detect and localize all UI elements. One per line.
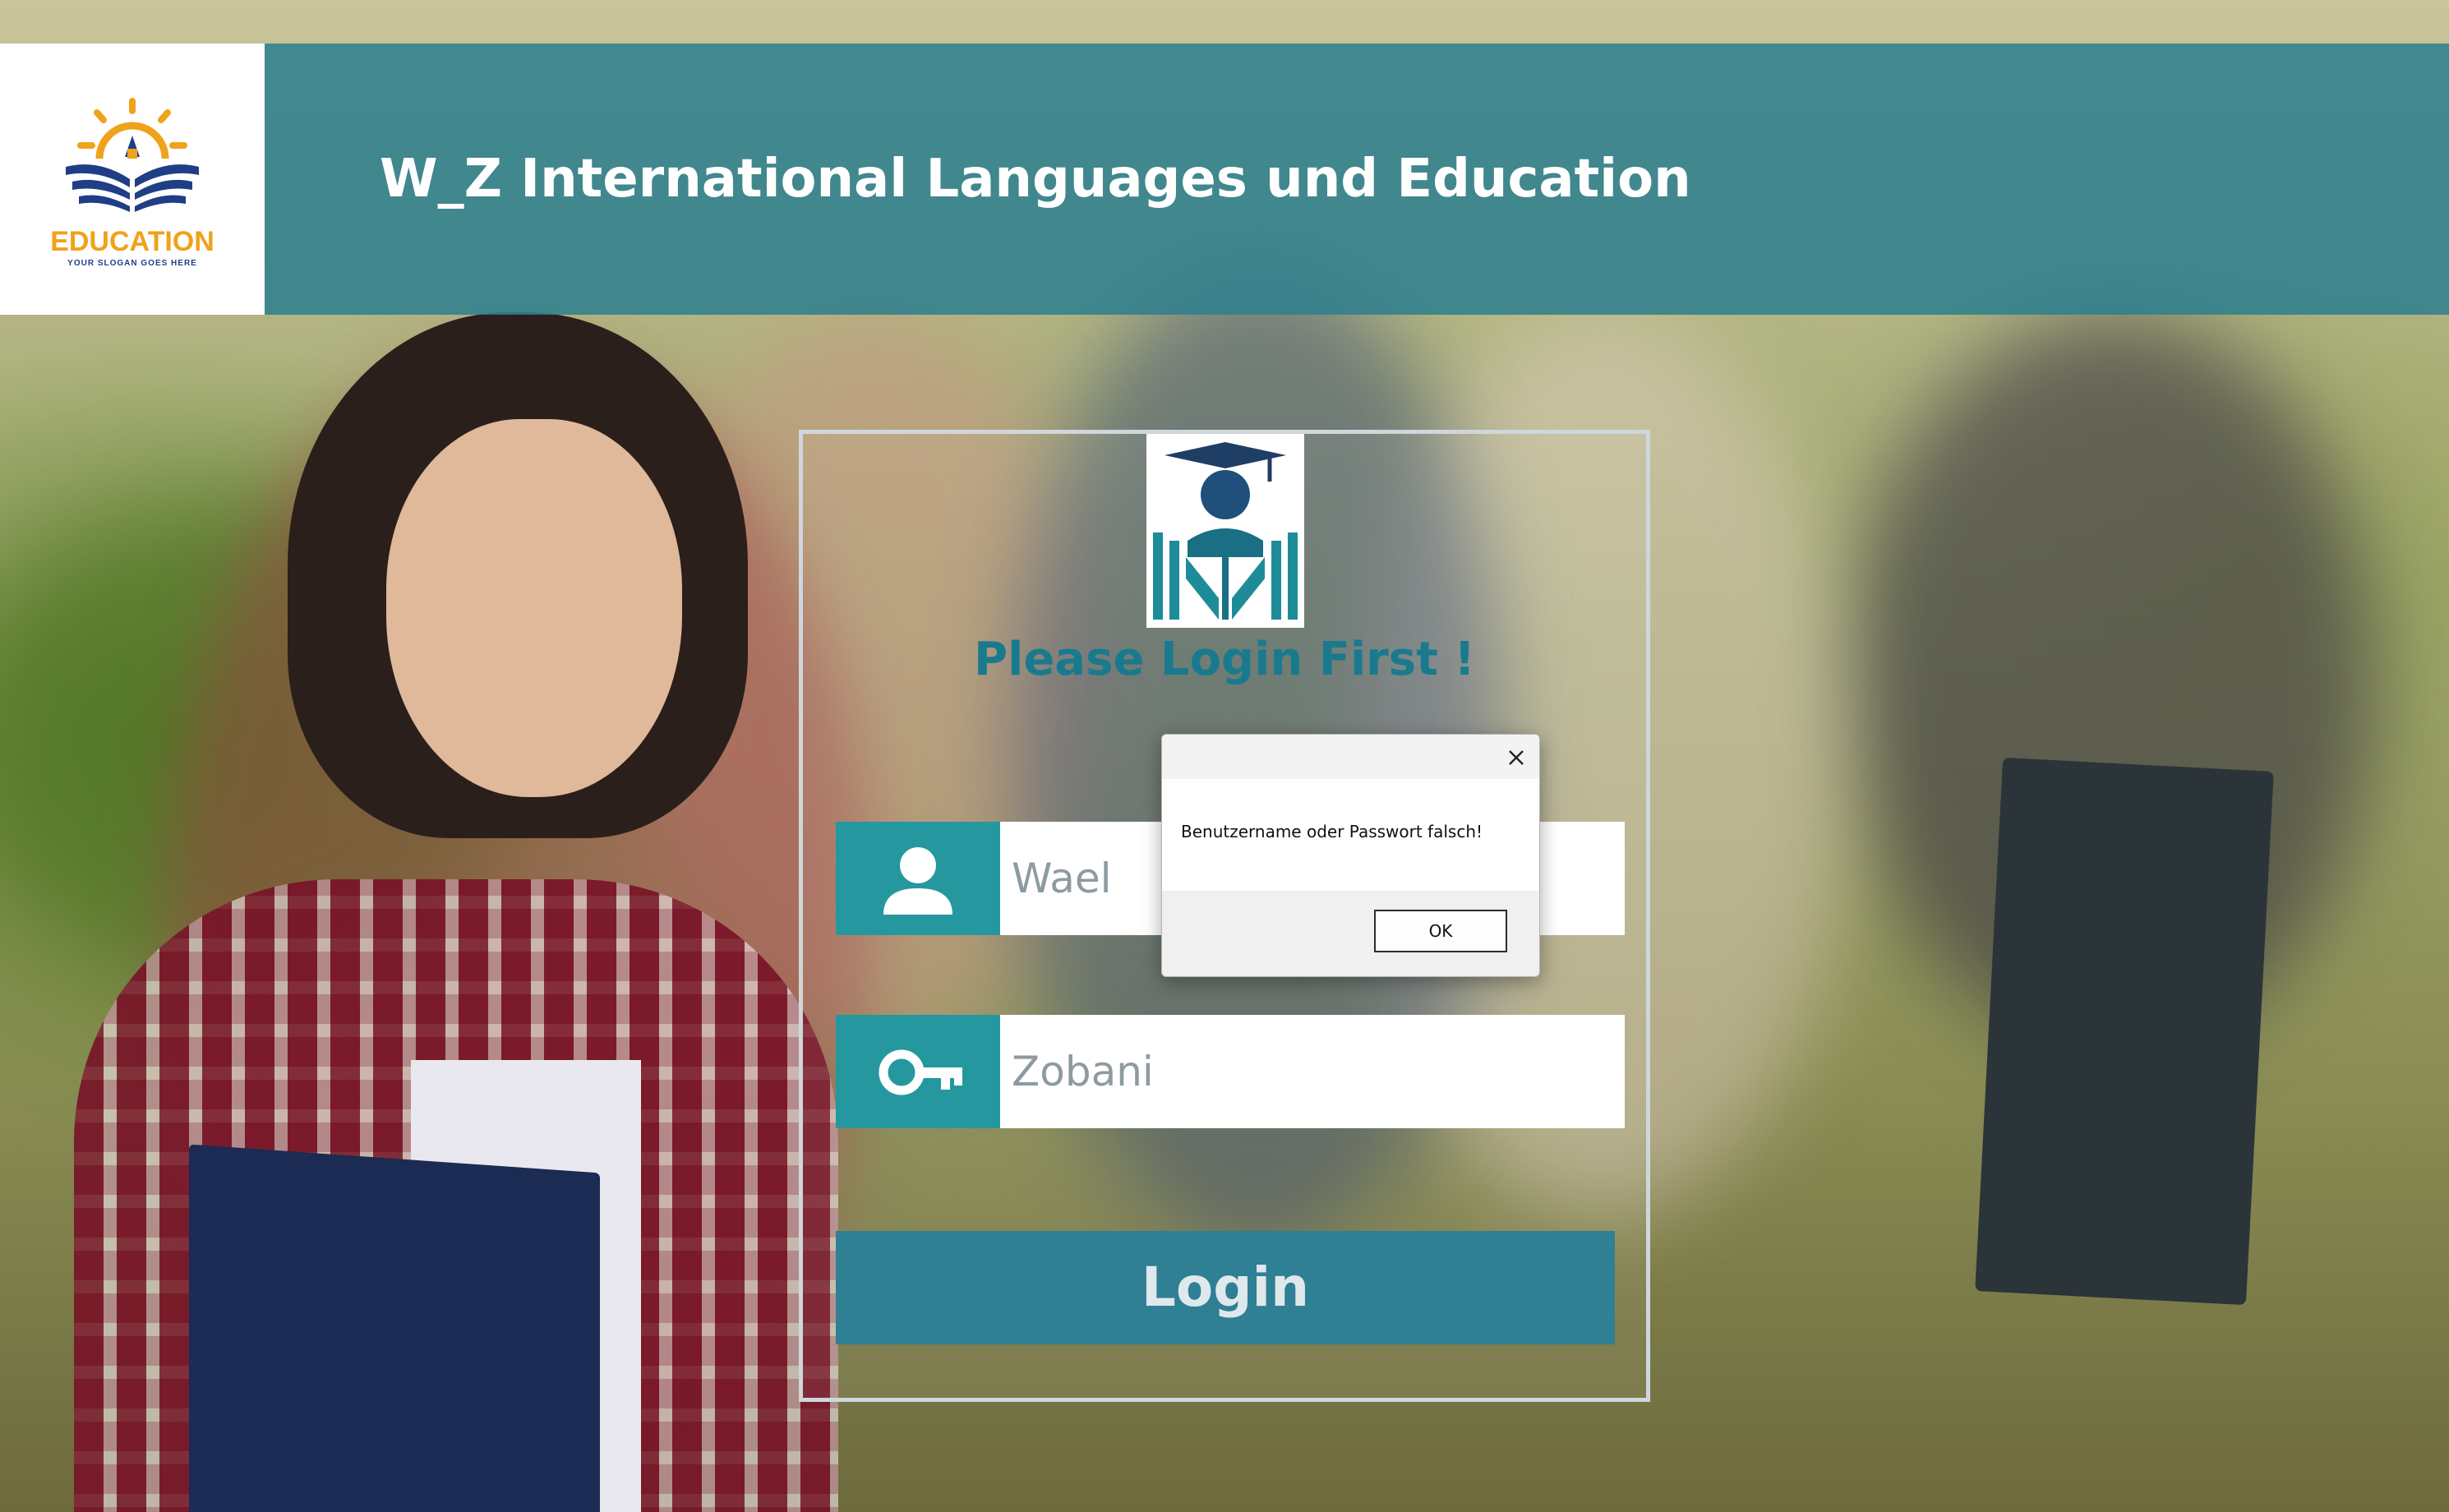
dialog-titlebar bbox=[1162, 735, 1539, 779]
dialog-message: Benutzername oder Passwort falsch! bbox=[1181, 822, 1483, 841]
graduation-logo-icon bbox=[1146, 434, 1304, 628]
key-icon bbox=[836, 1015, 1000, 1128]
password-input[interactable] bbox=[1000, 1015, 1625, 1128]
app-title: W_Z International Languages und Educatio… bbox=[380, 149, 1691, 210]
education-logo-icon bbox=[66, 98, 199, 212]
logo-slogan: YOUR SLOGAN GOES HERE bbox=[67, 259, 197, 268]
user-icon bbox=[836, 822, 1000, 935]
brand-logo: EDUCATION YOUR SLOGAN GOES HERE bbox=[0, 44, 265, 315]
login-heading: Please Login First ! bbox=[974, 633, 1475, 686]
header: EDUCATION YOUR SLOGAN GOES HERE W_Z Inte… bbox=[0, 44, 2449, 315]
title-bar: W_Z International Languages und Educatio… bbox=[265, 44, 2449, 315]
error-dialog: Benutzername oder Passwort falsch! OK bbox=[1161, 734, 1540, 977]
close-icon[interactable] bbox=[1500, 741, 1533, 774]
login-button[interactable]: Login bbox=[836, 1231, 1615, 1344]
password-field bbox=[836, 1015, 1625, 1128]
logo-main-text: EDUCATION bbox=[50, 226, 214, 257]
dialog-body: Benutzername oder Passwort falsch! bbox=[1162, 779, 1539, 891]
ok-button[interactable]: OK bbox=[1374, 910, 1507, 952]
